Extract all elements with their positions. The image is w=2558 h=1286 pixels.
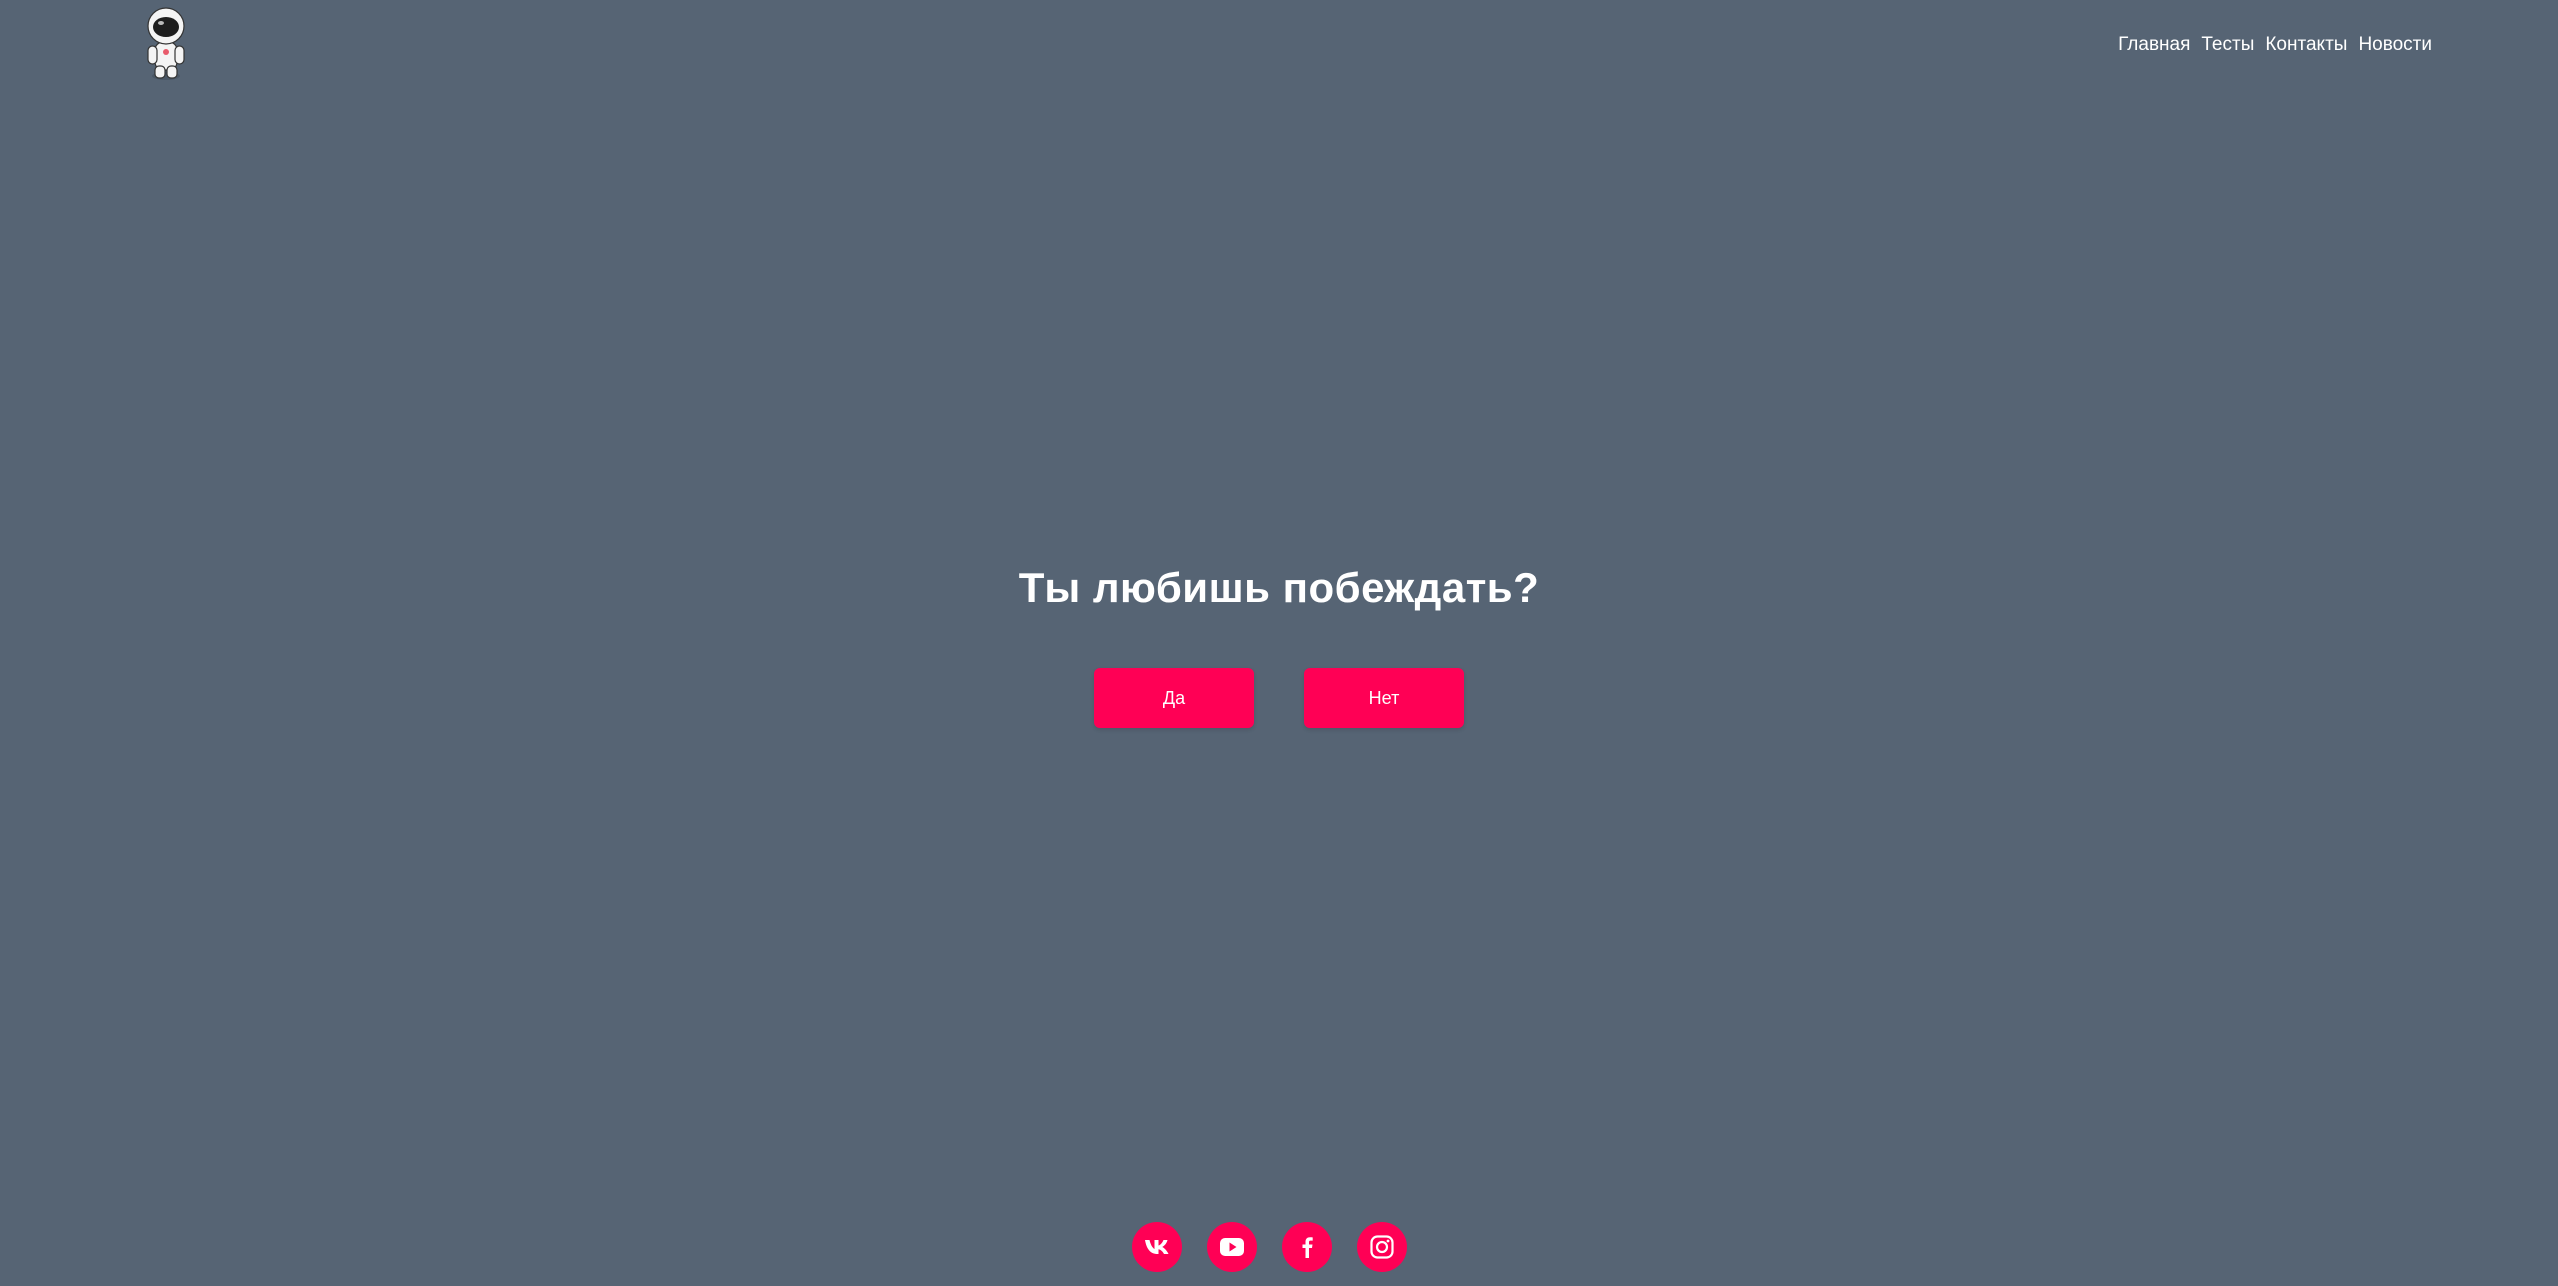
facebook-icon xyxy=(1302,1237,1313,1258)
nav-link-news[interactable]: Новости xyxy=(2358,32,2432,58)
yes-button[interactable]: Да xyxy=(1094,668,1254,728)
social-link-instagram[interactable] xyxy=(1357,1222,1407,1272)
nav-link-contacts[interactable]: Контакты xyxy=(2265,32,2347,58)
social-link-vk[interactable] xyxy=(1132,1222,1182,1272)
vk-icon xyxy=(1145,1240,1169,1254)
page: Главная Тесты Контакты Новости Ты любишь… xyxy=(0,0,2558,1286)
logo-link[interactable] xyxy=(140,6,192,82)
youtube-icon xyxy=(1220,1238,1244,1256)
social-link-youtube[interactable] xyxy=(1207,1222,1257,1272)
astronaut-icon xyxy=(147,7,185,80)
nav-link-tests[interactable]: Тесты xyxy=(2201,32,2254,58)
main-nav: Главная Тесты Контакты Новости xyxy=(2118,32,2432,58)
no-button[interactable]: Нет xyxy=(1304,668,1464,728)
instagram-icon xyxy=(1370,1235,1394,1259)
social-link-facebook[interactable] xyxy=(1282,1222,1332,1272)
nav-link-home[interactable]: Главная xyxy=(2118,32,2190,58)
question-title: Ты любишь побеждать? xyxy=(1018,564,1540,611)
